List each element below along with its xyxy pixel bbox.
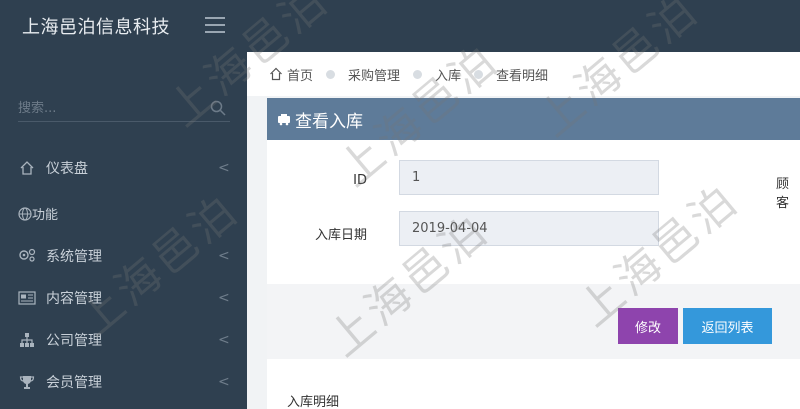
sidebar-item-system[interactable]: 系统管理 < [0,236,247,276]
sidebar-item-content[interactable]: 内容管理 < [0,278,247,318]
sidebar-item-label: 系统管理 [46,249,102,265]
main-content: 首页 采购管理 入库 查看明细 查看入库 ID 顾客 入库日期 修改 返回列表 … [247,52,800,409]
home-icon [18,159,36,177]
chevron-left-icon: < [218,332,230,348]
sidebar-item-dashboard[interactable]: 仪表盘 < [0,148,247,188]
chevron-left-icon: < [218,290,230,306]
chevron-left-icon: < [218,160,230,176]
detail-section-title: 入库明细 [287,395,340,409]
sidebar-item-company[interactable]: 公司管理 < [0,320,247,360]
back-to-list-button[interactable]: 返回列表 [683,308,772,344]
search-input[interactable] [18,96,203,120]
sidebar-item-label: 公司管理 [46,333,102,349]
id-label: ID [353,173,367,188]
panel-title: 查看入库 [295,111,363,132]
hamburger-menu-icon[interactable] [205,17,225,33]
customer-label: 顾客 [776,177,790,211]
edit-button[interactable]: 修改 [618,308,678,344]
top-header: 上海邑泊信息科技 [0,0,800,52]
gears-icon [18,247,36,265]
search-icon[interactable] [210,100,226,116]
breadcrumb-home[interactable]: 首页 [287,65,313,84]
truck-icon [278,114,290,126]
chevron-left-icon: < [218,374,230,390]
sidebar-section-function: 功能 [18,204,58,223]
globe-icon [18,206,32,221]
trophy-icon [18,373,36,391]
sidebar-item-label: 会员管理 [46,375,102,391]
sidebar-item-label: 内容管理 [46,291,102,307]
home-icon [270,67,282,81]
sidebar-section-label: 功能 [32,208,59,223]
breadcrumb-separator [326,69,336,79]
breadcrumb-current: 查看明细 [496,68,549,84]
breadcrumb-inbound[interactable]: 入库 [435,65,461,84]
sidebar-item-members[interactable]: 会员管理 < [0,362,247,402]
brand-title: 上海邑泊信息科技 [22,17,170,38]
sidebar-item-label: 仪表盘 [46,161,88,177]
panel-header: 查看入库 [267,98,800,140]
sidebar-search [18,96,230,122]
breadcrumb: 首页 采购管理 入库 查看明细 [247,52,800,96]
newspaper-icon [18,289,36,307]
id-field[interactable] [399,160,659,195]
inbound-date-label: 入库日期 [314,228,367,243]
sitemap-icon [18,331,36,349]
detail-panel: 查看入库 ID 顾客 入库日期 修改 返回列表 入库明细 [267,98,800,409]
breadcrumb-separator [413,69,423,79]
chevron-left-icon: < [218,248,230,264]
sidebar: 仪表盘 < 功能 系统管理 < 内容管理 < 公司管理 < 会员管理 < [0,52,247,409]
breadcrumb-purchase[interactable]: 采购管理 [348,65,400,84]
breadcrumb-separator [474,69,484,79]
inbound-date-field[interactable] [399,211,659,246]
